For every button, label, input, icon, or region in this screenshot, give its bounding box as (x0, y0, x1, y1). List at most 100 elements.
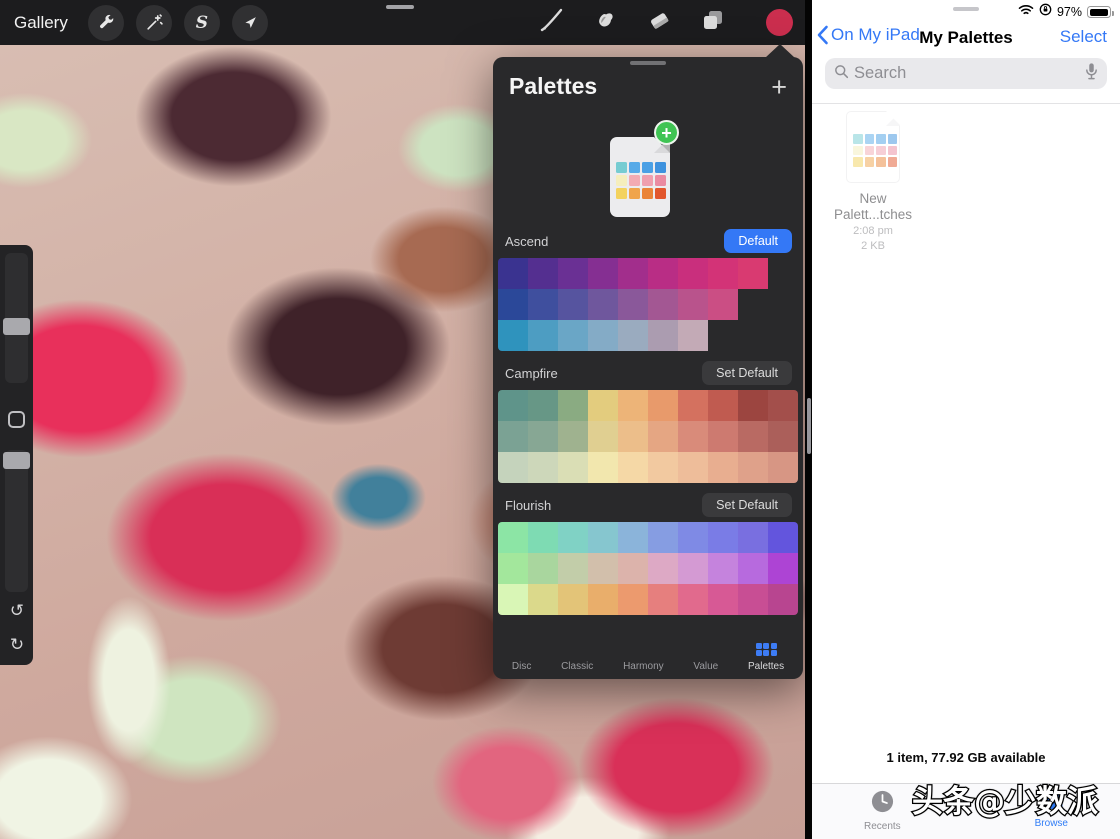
color-swatch[interactable] (708, 258, 738, 289)
color-swatch[interactable] (738, 421, 768, 452)
color-swatch[interactable] (678, 289, 708, 320)
color-swatch[interactable] (708, 584, 738, 615)
color-swatch[interactable] (678, 522, 708, 553)
color-swatch[interactable] (678, 258, 708, 289)
color-swatch[interactable] (618, 452, 648, 483)
color-swatch[interactable] (588, 421, 618, 452)
panel-drag-handle[interactable] (630, 61, 666, 65)
color-swatch[interactable] (768, 584, 798, 615)
color-swatch[interactable] (588, 584, 618, 615)
color-swatch[interactable] (588, 452, 618, 483)
color-swatch[interactable] (528, 452, 558, 483)
color-swatch[interactable] (558, 320, 588, 351)
eraser-icon[interactable] (646, 7, 672, 38)
undo-icon[interactable]: ↺ (5, 601, 29, 621)
color-swatch[interactable] (618, 421, 648, 452)
color-swatch[interactable] (678, 390, 708, 421)
color-swatch[interactable] (498, 258, 528, 289)
tab-harmony[interactable]: Harmony (623, 661, 664, 672)
gallery-button[interactable]: Gallery (14, 13, 68, 33)
color-swatch[interactable] (648, 258, 678, 289)
color-swatch[interactable] (708, 553, 738, 584)
color-swatch[interactable] (768, 452, 798, 483)
color-swatch[interactable] (708, 452, 738, 483)
app-drag-handle[interactable] (386, 5, 414, 9)
color-swatch[interactable] (528, 584, 558, 615)
color-swatch[interactable] (588, 320, 618, 351)
selection-button[interactable]: S (184, 5, 220, 41)
color-swatch[interactable] (618, 553, 648, 584)
files-drag-handle[interactable] (953, 7, 979, 11)
color-swatch[interactable] (528, 289, 558, 320)
select-button[interactable]: Select (1060, 27, 1107, 47)
color-swatch[interactable] (558, 421, 588, 452)
color-swatch[interactable] (738, 390, 768, 421)
color-swatch[interactable] (678, 452, 708, 483)
search-input[interactable] (854, 64, 1080, 83)
color-swatch[interactable] (648, 522, 678, 553)
color-swatch[interactable] (588, 522, 618, 553)
tab-palettes[interactable]: Palettes (748, 643, 784, 673)
color-swatch[interactable] (618, 522, 648, 553)
microphone-icon[interactable] (1085, 62, 1098, 85)
color-swatch[interactable] (648, 320, 678, 351)
color-swatch[interactable] (678, 320, 708, 351)
tab-value[interactable]: Value (693, 661, 718, 672)
color-swatch[interactable] (558, 452, 588, 483)
color-swatch[interactable] (768, 553, 798, 584)
color-swatch[interactable] (528, 421, 558, 452)
color-swatch[interactable] (768, 390, 798, 421)
color-swatch[interactable] (498, 553, 528, 584)
color-swatch[interactable] (708, 289, 738, 320)
brush-size-slider[interactable] (5, 253, 28, 383)
tab-classic[interactable]: Classic (561, 661, 593, 672)
color-swatch[interactable] (498, 584, 528, 615)
search-bar[interactable] (825, 58, 1107, 89)
color-swatch[interactable] (618, 320, 648, 351)
color-swatch[interactable] (558, 258, 588, 289)
layers-icon[interactable] (700, 7, 726, 38)
brush-opacity-slider[interactable] (5, 450, 28, 592)
color-swatch[interactable] (738, 522, 768, 553)
color-swatch[interactable] (498, 452, 528, 483)
color-swatch[interactable] (648, 390, 678, 421)
set-default-button[interactable]: Set Default (702, 493, 792, 517)
set-default-button[interactable]: Set Default (702, 361, 792, 385)
brush-size-handle[interactable] (3, 318, 30, 335)
color-swatch[interactable] (498, 390, 528, 421)
color-swatch[interactable] (618, 258, 648, 289)
color-swatch[interactable] (738, 258, 768, 289)
color-swatch[interactable] (498, 522, 528, 553)
color-swatch[interactable] (768, 421, 798, 452)
color-swatch[interactable] (528, 553, 558, 584)
color-swatch[interactable] (558, 289, 588, 320)
color-swatch[interactable] (738, 584, 768, 615)
color-swatch[interactable] (498, 320, 528, 351)
color-swatch[interactable] (648, 289, 678, 320)
color-swatch[interactable] (648, 421, 678, 452)
add-palette-button[interactable]: + (771, 76, 787, 98)
tab-recents[interactable]: Recents (864, 789, 901, 839)
color-swatch[interactable] (558, 390, 588, 421)
color-swatch[interactable] (558, 584, 588, 615)
modify-button[interactable] (8, 411, 25, 428)
color-swatch[interactable] (528, 522, 558, 553)
color-swatch[interactable] (648, 452, 678, 483)
color-swatch[interactable] (558, 522, 588, 553)
color-swatch[interactable] (618, 390, 648, 421)
color-swatch[interactable] (708, 522, 738, 553)
file-item[interactable]: New Palett...tches 2:08 pm 2 KB (823, 111, 923, 253)
color-swatch[interactable] (678, 553, 708, 584)
color-swatch[interactable] (768, 522, 798, 553)
dragged-palette-file[interactable]: + (610, 120, 694, 216)
color-swatch[interactable] (558, 553, 588, 584)
color-swatch[interactable] (588, 258, 618, 289)
color-swatch[interactable] (618, 289, 648, 320)
color-swatch[interactable] (498, 289, 528, 320)
color-swatch[interactable] (708, 390, 738, 421)
color-swatch[interactable] (678, 421, 708, 452)
active-color-swatch[interactable] (766, 9, 793, 36)
redo-icon[interactable]: ↻ (5, 635, 29, 655)
color-swatch[interactable] (528, 258, 558, 289)
transform-button[interactable] (232, 5, 268, 41)
